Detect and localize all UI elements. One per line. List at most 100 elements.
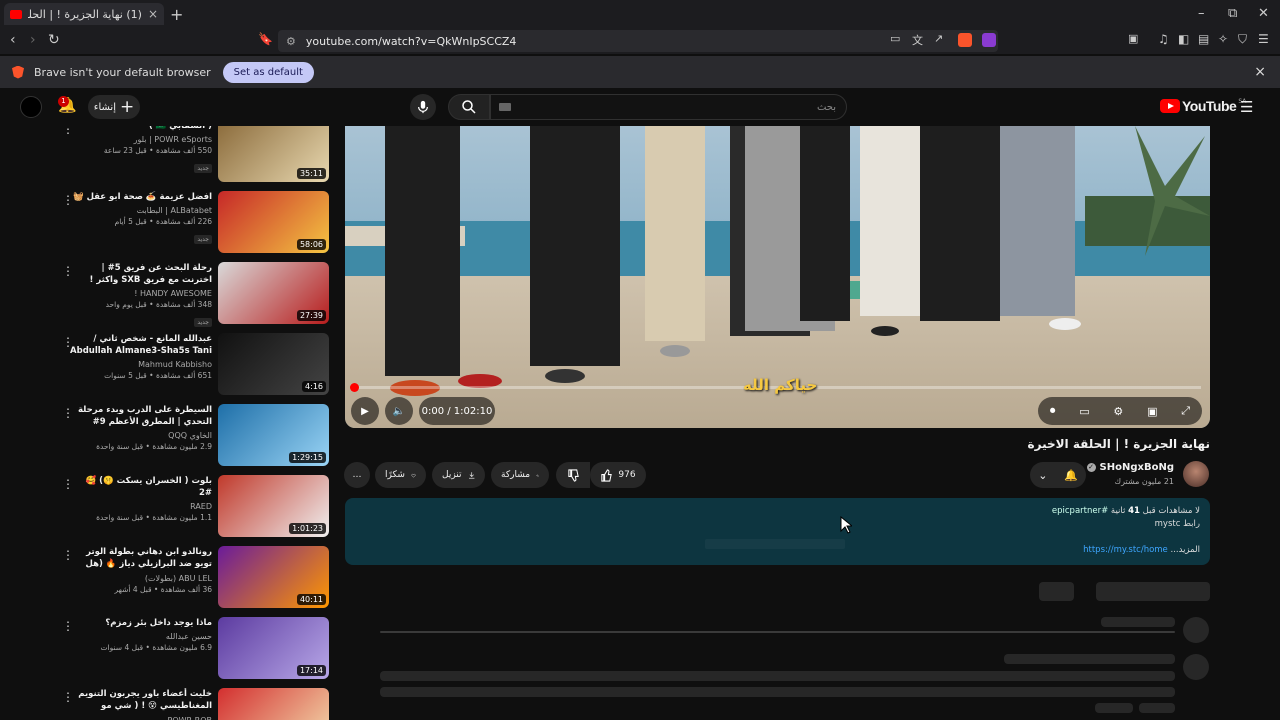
more-options-icon[interactable]: ⋮ — [62, 264, 74, 278]
thanks-label: شكرًا — [385, 470, 405, 480]
forward-icon[interactable]: › — [30, 32, 36, 48]
video-thumbnail[interactable]: 40:11 — [218, 546, 329, 608]
channel-name: Mahmud Kabbisho — [138, 360, 212, 369]
recommendation-item[interactable]: 27:39 رحلة البحث عن فريق 5# | اخترنت مع ف… — [0, 262, 336, 328]
duration-badge: 27:39 — [296, 310, 326, 321]
share-icon[interactable]: ↗ — [934, 32, 943, 45]
channel-name: POWR ROB - روب — [70, 716, 212, 720]
video-title-text: السيطرة على الدرب وبدء مرحلة التحدي | ال… — [77, 405, 212, 427]
recommendation-item[interactable]: 58:06 افضل عزيمة 🍝 صحة ابو عقل 🧺 ALBatabet… — [0, 191, 336, 257]
thanks-button[interactable]: شكرًا — [375, 462, 426, 488]
recommendation-item[interactable]: 1:29:15 السيطرة على الدرب وبدء مرحلة التح… — [0, 404, 336, 470]
more-options-icon[interactable]: ⋮ — [62, 193, 74, 207]
show-more-link[interactable]: ...المزيد — [1171, 545, 1201, 555]
description-link-row: https://my.stc/home ...المزيد — [1083, 545, 1200, 555]
vpn-icon[interactable]: ⛉ — [1238, 32, 1247, 47]
wallet-icon[interactable]: ▤ — [1198, 32, 1209, 46]
video-thumbnail[interactable]: 1:29:15 — [218, 404, 329, 466]
more-options-icon[interactable]: ⋮ — [62, 548, 74, 562]
brave-rewards-icon[interactable] — [982, 33, 996, 47]
youtube-logo[interactable]: YouTube SA — [1160, 98, 1246, 114]
create-button[interactable]: إنشاء + — [88, 95, 140, 119]
more-options-icon[interactable]: ⋮ — [62, 406, 74, 420]
recommendation-item[interactable]: خليت أعضاء باور يجربون التنويم المغناطيس… — [0, 688, 336, 720]
search-icon — [462, 100, 476, 114]
window-close-button[interactable]: ✕ — [1258, 6, 1269, 21]
volume-icon[interactable]: 🔈 — [385, 397, 413, 425]
comments-skeleton-sort — [1039, 582, 1074, 601]
share-button[interactable]: مشاركة — [491, 462, 549, 488]
video-thumbnail[interactable]: 17:14 — [218, 617, 329, 679]
more-options-icon[interactable]: ⋮ — [62, 690, 74, 704]
video-thumbnail[interactable]: 35:11 — [218, 126, 329, 182]
play-button[interactable]: ▶ — [351, 397, 379, 425]
video-thumbnail[interactable]: 27:39 — [218, 262, 329, 324]
leo-ai-icon[interactable]: ✧ — [1218, 32, 1228, 46]
notice-close-icon[interactable]: × — [1254, 64, 1266, 80]
recommendation-item[interactable]: 17:14 ماذا يوجد داخل بئر زمزم؟ حسين عبدالل… — [0, 617, 336, 683]
minimize-button[interactable]: – — [1198, 6, 1205, 21]
more-options-icon[interactable]: ⋮ — [62, 619, 74, 633]
menu-icon[interactable]: ☰ — [1258, 32, 1269, 46]
recommendation-item[interactable]: 4:16 عبدالله المانع - شخص ثاني / Abdullah… — [0, 333, 336, 399]
recommendation-item[interactable]: 40:11 رونالدو ابن دهاني بطولة الوتر تويو … — [0, 546, 336, 612]
site-settings-icon[interactable]: ⚙ — [286, 35, 296, 48]
cast-icon[interactable]: ▭ — [890, 32, 900, 45]
like-button[interactable]: 976 — [600, 468, 636, 482]
fullscreen-icon[interactable]: ⤢ — [1181, 404, 1190, 418]
view-stats: 36 ألف مشاهدة • قبل 4 أشهر — [114, 585, 212, 594]
description-box[interactable]: لا مشاهدات قبل 41 ثانية #epicpartner راب… — [345, 498, 1210, 565]
reload-icon[interactable]: ↻ — [48, 32, 60, 48]
more-options-icon[interactable]: ⋮ — [62, 126, 74, 136]
video-thumbnail[interactable]: 1:01:23 — [218, 475, 329, 537]
recommendation-meta: عبدالله المانع - شخص ثاني / Abdullah Alm… — [70, 333, 212, 380]
search-button[interactable] — [448, 94, 490, 120]
video-thumbnail[interactable] — [218, 688, 329, 720]
screenshot-icon[interactable]: ▣ — [1128, 32, 1138, 45]
account-avatar[interactable] — [20, 96, 42, 118]
progress-scrubber[interactable] — [350, 383, 359, 392]
subscriber-count: 21 مليون مشترك — [1114, 477, 1174, 486]
keyboard-icon[interactable] — [499, 103, 511, 111]
set-as-default-button[interactable]: Set as default — [222, 61, 314, 83]
browser-tab[interactable]: (1) نهاية الجزيرة ! | الحلقة الاخيرة - × — [4, 3, 164, 25]
hashtag-link[interactable]: #epicpartner — [1052, 506, 1108, 516]
translate-icon[interactable]: 文 — [912, 32, 923, 48]
view-stats: 1.1 مليون مشاهدة • قبل سنة واحدة — [96, 513, 212, 522]
maximize-button[interactable]: ⧉ — [1228, 6, 1237, 21]
miniplayer-icon[interactable]: ▣ — [1147, 405, 1157, 418]
video-player[interactable]: حياكم الله ▶ 🔈 0:00 / 1:02:10 ⏺ ▭ ⚙ ▣ ⤢ — [345, 126, 1210, 428]
channel-avatar[interactable] — [1183, 461, 1209, 487]
faded-text — [705, 539, 845, 549]
autoplay-toggle[interactable]: ⏺ — [1050, 404, 1056, 418]
brave-shields-icon[interactable] — [958, 33, 972, 47]
more-options-icon[interactable]: ⋮ — [62, 477, 74, 491]
captions-icon[interactable]: ▭ — [1079, 405, 1089, 418]
media-icon[interactable]: ♫ — [1158, 32, 1169, 46]
super-thanks-icon — [411, 473, 416, 478]
back-icon[interactable]: ‹ — [10, 32, 16, 48]
video-thumbnail[interactable]: 4:16 — [218, 333, 329, 395]
download-button[interactable]: تنزيل — [432, 462, 485, 488]
guide-menu-icon[interactable]: ☰ — [1240, 98, 1253, 116]
search-input[interactable]: بحث — [490, 94, 847, 120]
more-options-icon[interactable]: ⋮ — [62, 335, 74, 349]
more-actions-button[interactable]: … — [344, 462, 370, 488]
recommendation-item[interactable]: 35:11 ( السقابي 🇸🇦 ) POWR eSports | بلور 55… — [0, 126, 336, 186]
new-badge: جديد — [194, 318, 212, 327]
description-link[interactable]: https://my.stc/home — [1083, 545, 1168, 555]
settings-gear-icon[interactable]: ⚙ — [1113, 405, 1123, 418]
tab-close-icon[interactable]: × — [148, 7, 158, 21]
voice-search-button[interactable] — [410, 94, 436, 120]
recommendation-item[interactable]: 1:01:23 بلوت ( الخسران يسكت 🤫) 🥰 #2 RAED 1.… — [0, 475, 336, 541]
subscription-bell-button[interactable]: ⌄ 🔔 — [1030, 462, 1086, 488]
bookmark-icon[interactable]: 🔖 — [258, 32, 273, 46]
new-tab-button[interactable]: + — [170, 5, 183, 24]
dislike-button[interactable] — [556, 462, 590, 488]
comment-action-skeleton-2 — [1139, 703, 1175, 713]
youtube-play-icon — [1160, 99, 1180, 113]
channel-name-row[interactable]: ✓ SHoNgxBoNg — [1086, 462, 1174, 473]
recommendation-meta: خليت أعضاء باور يجربون التنويم المغناطيس… — [70, 688, 212, 720]
video-thumbnail[interactable]: 58:06 — [218, 191, 329, 253]
sidebar-icon[interactable]: ◧ — [1178, 32, 1189, 46]
